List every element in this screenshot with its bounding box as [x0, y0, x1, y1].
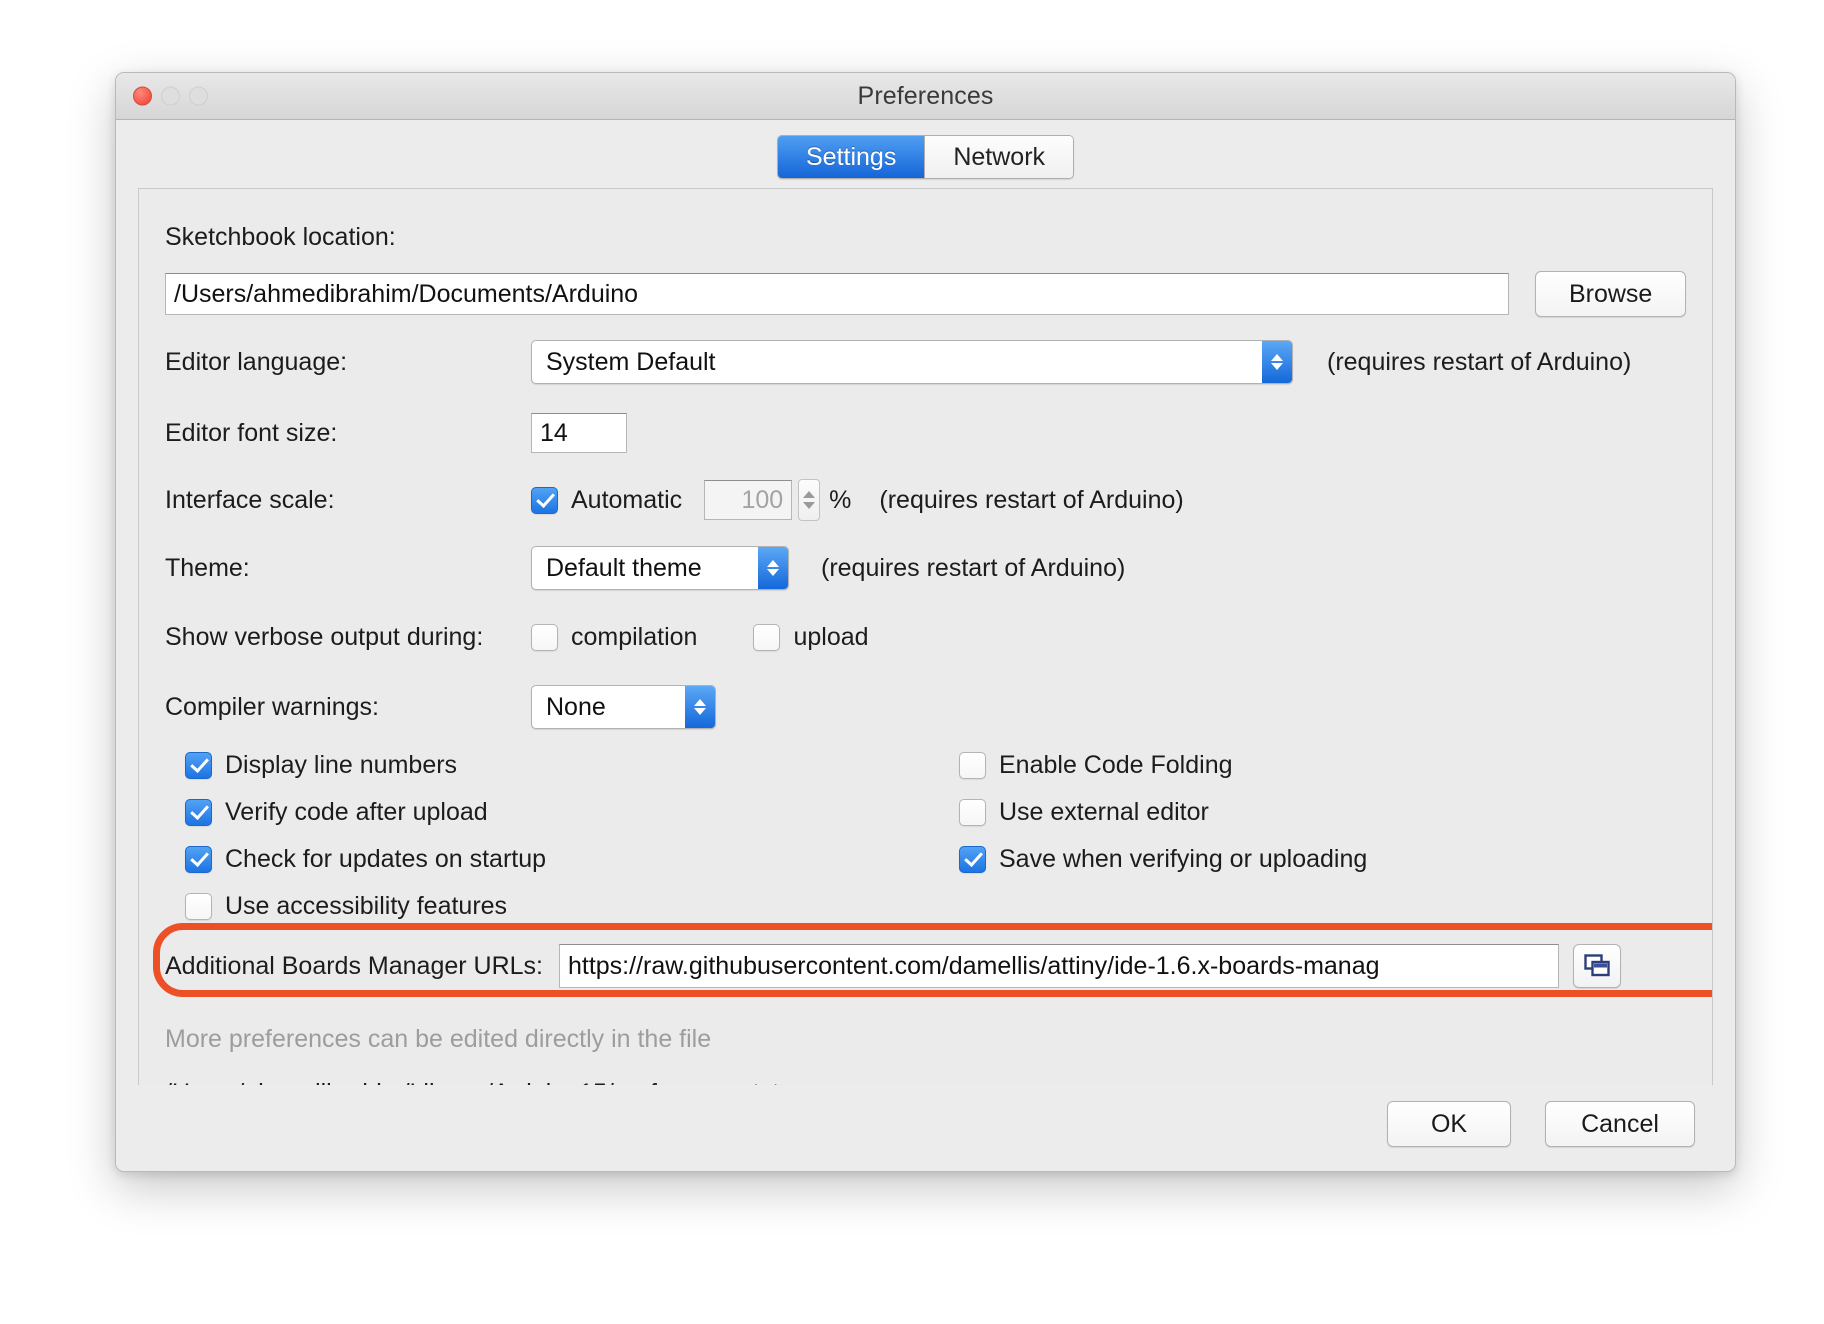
- verbose-output-row: Show verbose output during: compilation …: [139, 603, 1712, 671]
- boards-manager-urls-label: Additional Boards Manager URLs:: [165, 951, 543, 980]
- editor-language-row: Editor language: System Default (require…: [139, 325, 1712, 399]
- interface-scale-row: Interface scale: Automatic 100 % (requir…: [139, 467, 1712, 533]
- editor-font-size-row: Editor font size: 14: [139, 399, 1712, 467]
- dialog-footer: OK Cancel: [116, 1085, 1735, 1171]
- compiler-warnings-select[interactable]: None: [531, 685, 716, 729]
- screenshot-root: Preferences Settings Network Sketchbook …: [0, 0, 1824, 1324]
- verbose-compilation-checkbox[interactable]: [531, 623, 558, 651]
- tab-bar: Settings Network: [116, 120, 1735, 188]
- tab-network[interactable]: Network: [924, 136, 1074, 178]
- checkbox-grid: Display line numbers Verify code after u…: [139, 743, 1712, 931]
- preferences-window: Preferences Settings Network Sketchbook …: [115, 72, 1736, 1172]
- editor-font-size-label: Editor font size:: [165, 418, 338, 447]
- window-titlebar: Preferences: [116, 73, 1735, 120]
- checkbox-display-line-numbers-row[interactable]: Display line numbers: [185, 751, 546, 780]
- window-title: Preferences: [857, 81, 994, 110]
- editor-language-value: System Default: [546, 347, 716, 376]
- checkbox-check-for-updates-row[interactable]: Check for updates on startup: [185, 845, 546, 874]
- maximize-button-icon[interactable]: [189, 86, 208, 106]
- verbose-upload-label: upload: [793, 622, 869, 651]
- interface-scale-stepper[interactable]: [798, 479, 821, 521]
- interface-scale-note: (requires restart of Arduino): [879, 485, 1184, 514]
- checkbox-verify-code-after-upload-label: Verify code after upload: [225, 798, 488, 826]
- checkbox-verify-code-after-upload-row[interactable]: Verify code after upload: [185, 798, 546, 827]
- compiler-warnings-label: Compiler warnings:: [165, 692, 379, 721]
- checkbox-enable-code-folding-label: Enable Code Folding: [999, 751, 1233, 779]
- chevron-updown-icon[interactable]: [758, 547, 788, 589]
- chevron-updown-icon[interactable]: [685, 686, 715, 728]
- checkbox-column-left: Display line numbers Verify code after u…: [185, 751, 546, 921]
- settings-panel: Sketchbook location: /Users/ahmedibrahim…: [138, 188, 1713, 1085]
- ok-button[interactable]: OK: [1387, 1101, 1511, 1147]
- verbose-upload-checkbox-row[interactable]: upload: [753, 622, 869, 652]
- checkbox-column-right: Enable Code Folding Use external editor …: [959, 751, 1367, 874]
- interface-scale-automatic-checkbox-row[interactable]: Automatic: [531, 486, 682, 515]
- checkbox-display-line-numbers-label: Display line numbers: [225, 751, 458, 779]
- checkbox-use-external-editor[interactable]: [959, 799, 986, 826]
- checkbox-enable-code-folding[interactable]: [959, 752, 986, 779]
- editor-font-size-input[interactable]: 14: [531, 413, 627, 453]
- interface-scale-input[interactable]: 100: [704, 480, 793, 520]
- theme-note: (requires restart of Arduino): [821, 553, 1126, 582]
- traffic-light-buttons: [133, 86, 208, 106]
- checkbox-use-accessibility-features-label: Use accessibility features: [225, 892, 508, 920]
- theme-row: Theme: Default theme (requires restart o…: [139, 533, 1712, 603]
- checkbox-save-when-verifying-row[interactable]: Save when verifying or uploading: [959, 845, 1367, 874]
- boards-manager-urls-expand-button[interactable]: [1572, 944, 1621, 988]
- editor-language-select[interactable]: System Default: [531, 340, 1293, 384]
- cancel-button[interactable]: Cancel: [1545, 1101, 1695, 1147]
- editor-language-note: (requires restart of Arduino): [1327, 347, 1632, 376]
- browse-button[interactable]: Browse: [1535, 271, 1686, 317]
- hint-more-preferences: More preferences can be edited directly …: [165, 1024, 712, 1053]
- windows-cascade-icon: [1584, 954, 1610, 977]
- hint-line-1-row: More preferences can be edited directly …: [139, 1011, 1712, 1067]
- checkbox-use-external-editor-row[interactable]: Use external editor: [959, 798, 1367, 827]
- interface-scale-label: Interface scale:: [165, 485, 335, 514]
- sketchbook-location-label: Sketchbook location:: [165, 222, 396, 251]
- verbose-upload-checkbox[interactable]: [753, 623, 781, 651]
- editor-language-label: Editor language:: [165, 347, 348, 376]
- checkbox-use-accessibility-features-row[interactable]: Use accessibility features: [185, 892, 546, 921]
- hint-preferences-path: /Users/ahmedibrahim/Library/Arduino15/pr…: [165, 1079, 779, 1086]
- compiler-warnings-value: None: [546, 692, 606, 721]
- checkbox-display-line-numbers[interactable]: [185, 752, 212, 779]
- theme-select[interactable]: Default theme: [531, 546, 789, 590]
- interface-scale-automatic-checkbox[interactable]: [531, 486, 558, 514]
- sketchbook-label-row: Sketchbook location:: [139, 211, 1712, 263]
- minimize-button-icon[interactable]: [161, 86, 180, 106]
- checkbox-check-for-updates-label: Check for updates on startup: [225, 845, 547, 873]
- checkbox-save-when-verifying[interactable]: [959, 846, 986, 873]
- checkbox-save-when-verifying-label: Save when verifying or uploading: [999, 845, 1368, 873]
- checkbox-use-external-editor-label: Use external editor: [999, 798, 1209, 826]
- sketchbook-location-input[interactable]: /Users/ahmedibrahim/Documents/Arduino: [165, 273, 1510, 315]
- interface-scale-automatic-label: Automatic: [571, 485, 683, 514]
- theme-label: Theme:: [165, 553, 250, 582]
- chevron-updown-icon[interactable]: [1262, 341, 1292, 383]
- close-button-icon[interactable]: [133, 86, 152, 106]
- interface-scale-percent: %: [829, 485, 852, 514]
- boards-manager-urls-row: Additional Boards Manager URLs: https://…: [139, 923, 1712, 1001]
- tab-settings[interactable]: Settings: [777, 136, 925, 178]
- verbose-compilation-label: compilation: [571, 622, 698, 651]
- verbose-output-label: Show verbose output during:: [165, 622, 484, 651]
- checkbox-check-for-updates[interactable]: [185, 846, 212, 873]
- verbose-compilation-checkbox-row[interactable]: compilation: [531, 623, 697, 652]
- tab-group: Settings Network: [776, 135, 1075, 179]
- hint-line-2-row: /Users/ahmedibrahim/Library/Arduino15/pr…: [139, 1067, 1712, 1086]
- sketchbook-field-row: /Users/ahmedibrahim/Documents/Arduino Br…: [139, 263, 1712, 325]
- boards-manager-urls-input[interactable]: https://raw.githubusercontent.com/damell…: [558, 944, 1559, 988]
- checkbox-verify-code-after-upload[interactable]: [185, 799, 212, 826]
- checkbox-enable-code-folding-row[interactable]: Enable Code Folding: [959, 751, 1367, 780]
- compiler-warnings-row: Compiler warnings: None: [139, 671, 1712, 743]
- theme-value: Default theme: [546, 553, 702, 582]
- checkbox-use-accessibility-features[interactable]: [185, 893, 212, 920]
